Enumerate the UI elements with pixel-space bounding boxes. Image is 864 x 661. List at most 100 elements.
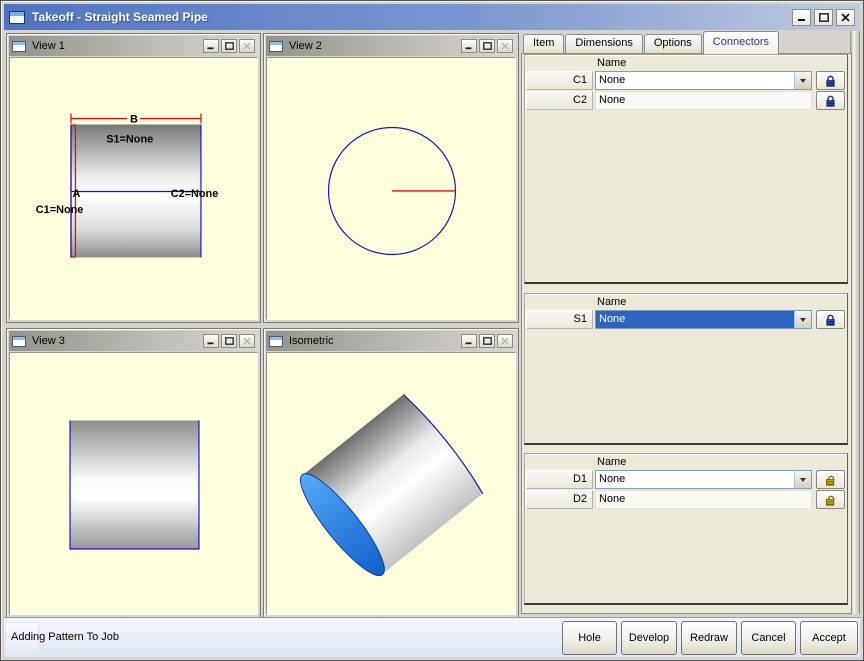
name-column-header: Name (597, 296, 627, 308)
view3-canvas[interactable] (9, 352, 258, 615)
view1-close-button[interactable] (239, 39, 255, 53)
view1-maximize-button[interactable] (221, 39, 237, 53)
d1-label: D1 (526, 470, 593, 489)
tab-item[interactable]: Item (523, 34, 565, 53)
status-message: Adding Pattern To Job (11, 631, 120, 643)
connectors-c-group: Name C1 None C2 None (524, 54, 848, 284)
connectors-page: Name C1 None C2 None Name S1 None Name D… (521, 53, 852, 614)
close-button[interactable] (836, 8, 855, 26)
develop-button[interactable]: Develop (621, 621, 677, 655)
accept-button[interactable]: Accept (800, 621, 858, 655)
row-c1: C1 None (525, 71, 847, 90)
view3-window: View 3 (6, 328, 261, 618)
view3-title: View 3 (32, 335, 65, 347)
minimize-button[interactable] (792, 8, 811, 26)
view1-title: View 1 (32, 40, 65, 52)
title-bar: Takeoff - Straight Seamed Pipe (4, 4, 860, 30)
d1-value: None (596, 471, 794, 488)
dim-label-s1: S1=None (106, 133, 153, 145)
connectors-d-group: Name D1 None D2 None (524, 453, 848, 605)
row-s1: S1 None (525, 310, 847, 329)
s1-lock-button[interactable] (816, 310, 845, 329)
view2-canvas[interactable] (266, 57, 516, 320)
c1-dropdown-button[interactable] (794, 72, 811, 89)
s1-value: None (596, 311, 794, 328)
lock-open-icon (826, 475, 835, 486)
view1-window: View 1 B S1=None A C2=None C1=None (6, 33, 261, 323)
c1-name-dropdown[interactable]: None (595, 71, 812, 90)
view3-minimize-button[interactable] (203, 334, 219, 348)
status-bar: Adding Pattern To Job Hole Develop Redra… (4, 617, 860, 657)
view1-title-bar: View 1 (9, 36, 258, 56)
row-d2: D2 None (525, 490, 847, 509)
minimize-icon (465, 47, 472, 50)
view1-window-icon (12, 40, 26, 52)
c1-lock-button[interactable] (816, 71, 845, 90)
lock-open-icon (826, 495, 835, 506)
view1-minimize-button[interactable] (203, 39, 219, 53)
dim-label-a: A (72, 188, 80, 200)
view1-drawing: B S1=None A C2=None C1=None (36, 114, 219, 258)
s1-dropdown-button[interactable] (794, 311, 811, 328)
minimize-icon (207, 342, 214, 345)
d1-lock-button[interactable] (816, 470, 845, 489)
isometric-maximize-button[interactable] (479, 334, 495, 348)
lock-closed-icon (826, 95, 835, 107)
minimize-icon (207, 47, 214, 50)
close-icon (841, 12, 850, 22)
isometric-title-bar: Isometric (266, 331, 516, 351)
view2-title-bar: View 2 (266, 36, 516, 56)
view3-maximize-button[interactable] (221, 334, 237, 348)
view2-window-icon (269, 40, 283, 52)
tab-options[interactable]: Options (643, 34, 702, 53)
view2-maximize-button[interactable] (479, 39, 495, 53)
view3-window-icon (12, 335, 26, 347)
isometric-drawing (300, 394, 484, 577)
close-icon (243, 42, 251, 50)
window-title: Takeoff - Straight Seamed Pipe (32, 10, 208, 24)
tab-dimensions[interactable]: Dimensions (565, 34, 643, 53)
dim-label-c1: C1=None (36, 204, 84, 216)
d1-dropdown-button[interactable] (794, 471, 811, 488)
maximize-icon (482, 42, 492, 50)
row-c2: C2 None (525, 91, 847, 110)
isometric-close-button[interactable] (497, 334, 513, 348)
d2-lock-button[interactable] (816, 490, 845, 509)
isometric-minimize-button[interactable] (461, 334, 477, 348)
maximize-icon (224, 42, 234, 50)
maximize-icon (818, 12, 829, 22)
connectors-s-group: Name S1 None (524, 293, 848, 445)
view1-canvas[interactable]: B S1=None A C2=None C1=None (9, 57, 258, 320)
hole-button[interactable]: Hole (562, 621, 617, 655)
property-tabs: Item Dimensions Options Connectors (523, 30, 780, 54)
close-icon (501, 42, 509, 50)
maximize-button[interactable] (814, 8, 833, 26)
s1-label: S1 (526, 310, 593, 329)
view2-window: View 2 (263, 33, 519, 323)
view2-minimize-button[interactable] (461, 39, 477, 53)
row-d1: D1 None (525, 470, 847, 489)
d2-value[interactable]: None (595, 490, 812, 509)
chevron-down-icon (800, 477, 806, 482)
view2-close-button[interactable] (497, 39, 513, 53)
isometric-canvas[interactable] (266, 352, 516, 615)
view3-title-bar: View 3 (9, 331, 258, 351)
maximize-icon (482, 337, 492, 345)
tab-connectors[interactable]: Connectors (702, 31, 780, 54)
view3-close-button[interactable] (239, 334, 255, 348)
c2-lock-button[interactable] (816, 91, 845, 110)
dim-label-c2: C2=None (171, 188, 219, 200)
isometric-window: Isometric (263, 328, 519, 618)
d1-name-dropdown[interactable]: None (595, 470, 812, 489)
lock-closed-icon (826, 314, 835, 326)
view2-drawing (327, 126, 457, 256)
view2-title: View 2 (289, 40, 322, 52)
c2-value[interactable]: None (595, 91, 812, 110)
redraw-button[interactable]: Redraw (681, 621, 737, 655)
cancel-button[interactable]: Cancel (741, 621, 796, 655)
minimize-icon (465, 342, 472, 345)
c1-value: None (596, 72, 794, 89)
close-icon (243, 337, 251, 345)
s1-name-dropdown[interactable]: None (595, 310, 812, 329)
view3-drawing (69, 420, 200, 550)
